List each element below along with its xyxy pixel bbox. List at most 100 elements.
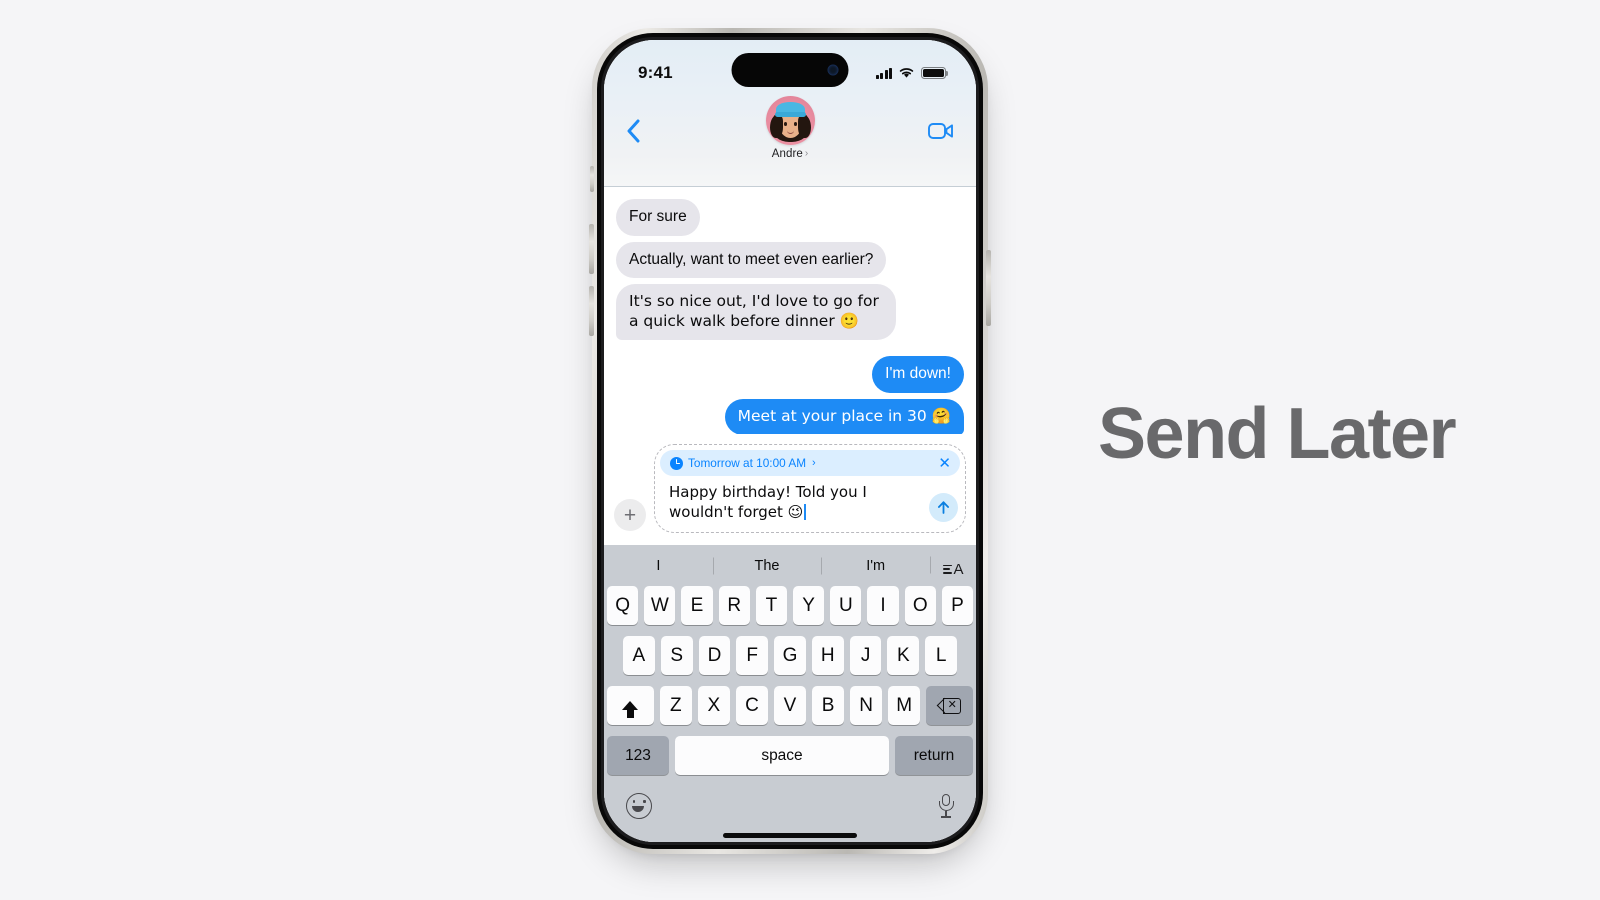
message-row: For sure — [616, 199, 964, 236]
message-input[interactable]: Happy birthday! Told you I wouldn't forg… — [660, 476, 929, 526]
silence-switch[interactable] — [590, 166, 594, 192]
key-e[interactable]: E — [681, 586, 713, 625]
key-k[interactable]: K — [887, 636, 920, 675]
message-bubble-outgoing[interactable]: I'm down! — [872, 356, 964, 393]
key-x[interactable]: X — [697, 686, 730, 725]
key-y[interactable]: Y — [793, 586, 825, 625]
predictive-text-bar: I The I'm A — [604, 545, 976, 586]
key-h[interactable]: H — [811, 636, 844, 675]
key-a[interactable]: A — [622, 636, 655, 675]
video-camera-icon — [928, 123, 953, 139]
microphone-icon[interactable] — [938, 794, 954, 818]
key-i[interactable]: I — [867, 586, 899, 625]
message-row: It's so nice out, I'd love to go for a q… — [611, 284, 964, 341]
power-button[interactable] — [986, 250, 991, 326]
composer-input-shell[interactable]: Tomorrow at 10:00 AM › ✕ Happy birthday!… — [654, 444, 966, 533]
message-bubble-incoming[interactable]: For sure — [616, 199, 700, 236]
add-attachment-button[interactable]: + — [614, 499, 646, 531]
draft-row: Happy birthday! Told you I wouldn't forg… — [660, 476, 960, 526]
volume-down-button[interactable] — [589, 286, 594, 336]
clock-icon — [670, 456, 683, 470]
key-l[interactable]: L — [925, 636, 958, 675]
text-format-button[interactable]: A — [930, 554, 976, 578]
message-bubble-outgoing[interactable]: Meet at your place in 30 🤗 — [724, 398, 970, 434]
shift-key[interactable] — [606, 686, 654, 725]
memoji-hair-left — [769, 115, 783, 138]
status-time: 9:41 — [638, 63, 673, 82]
key-d[interactable]: D — [698, 636, 731, 675]
contact-name-row[interactable]: Andre › — [772, 148, 809, 160]
key-w[interactable]: W — [644, 586, 676, 625]
emoji-smiley-icon[interactable] — [626, 793, 652, 819]
onscreen-keyboard: I The I'm A Q W E R T Y U I O P A S D F … — [604, 545, 976, 842]
messages-app: 9:41 Andre › For sure Actually, want to … — [604, 40, 976, 842]
arrow-up-icon — [938, 501, 949, 514]
screenshot-canvas: 9:41 Andre › For sure Actually, want to … — [0, 0, 1600, 900]
return-key[interactable]: return — [895, 736, 973, 775]
contact-header[interactable]: Andre › — [604, 96, 976, 160]
format-lines — [942, 564, 952, 574]
chevron-right-icon: › — [812, 457, 816, 469]
shift-up-icon — [622, 701, 639, 718]
key-p[interactable]: P — [941, 586, 974, 625]
key-s[interactable]: S — [660, 636, 693, 675]
navigation-bar: 9:41 Andre › — [604, 40, 976, 187]
memoji-hair-right — [797, 115, 811, 138]
prediction-item[interactable]: The — [713, 558, 822, 574]
message-row: I'm down! — [616, 356, 964, 393]
avatar[interactable] — [765, 96, 815, 145]
volume-up-button[interactable] — [589, 224, 594, 274]
remove-schedule-button[interactable]: ✕ — [938, 456, 951, 471]
key-r[interactable]: R — [718, 586, 750, 625]
keyboard-row-1: Q W E R T Y U I O P — [604, 586, 976, 625]
keyboard-row-3: Z X C V B N M ✕ — [604, 686, 976, 725]
wifi-icon — [899, 68, 914, 78]
device-screen: 9:41 Andre › For sure Actually, want to … — [604, 40, 976, 842]
message-composer: + Tomorrow at 10:00 AM › ✕ Happy birthda… — [604, 434, 976, 545]
key-q[interactable]: Q — [606, 586, 639, 625]
draft-text: Happy birthday! Told you I wouldn't forg… — [669, 483, 867, 521]
iphone-device: 9:41 Andre › For sure Actually, want to … — [589, 28, 991, 854]
memoji-eye-right — [793, 122, 797, 126]
memoji-eye-left — [783, 122, 787, 126]
dynamic-island — [731, 53, 849, 87]
send-button[interactable] — [929, 493, 958, 522]
memoji-mouth — [786, 130, 794, 134]
battery-icon — [921, 67, 949, 79]
page-title: Send Later — [1098, 394, 1457, 474]
key-u[interactable]: U — [830, 586, 862, 625]
key-c[interactable]: C — [735, 686, 768, 725]
status-indicators — [876, 67, 949, 79]
numbers-key[interactable]: 123 — [607, 736, 669, 775]
facetime-button[interactable] — [924, 116, 958, 146]
key-v[interactable]: V — [773, 686, 807, 725]
format-letter-a: A — [953, 560, 964, 578]
backspace-icon: ✕ — [936, 697, 961, 714]
text-format-icon: A — [942, 560, 964, 578]
memoji-beanie-brim — [774, 112, 806, 117]
key-j[interactable]: J — [849, 636, 882, 675]
scheduled-time-label: Tomorrow at 10:00 AM — [688, 456, 807, 470]
text-caret — [804, 503, 806, 520]
home-indicator[interactable] — [723, 833, 857, 838]
message-list: For sure Actually, want to meet even ear… — [604, 187, 976, 434]
key-o[interactable]: O — [904, 586, 936, 625]
scheduled-send-banner[interactable]: Tomorrow at 10:00 AM › ✕ — [660, 450, 960, 476]
key-g[interactable]: G — [774, 636, 806, 675]
key-b[interactable]: B — [812, 686, 845, 725]
signal-bars-icon — [876, 67, 892, 79]
key-m[interactable]: M — [888, 686, 921, 725]
message-bubble-incoming[interactable]: It's so nice out, I'd love to go for a q… — [611, 284, 896, 341]
space-key[interactable]: space — [675, 736, 889, 775]
chevron-right-icon: › — [804, 148, 809, 159]
prediction-item[interactable]: I'm — [821, 558, 930, 574]
key-n[interactable]: N — [850, 686, 883, 725]
key-f[interactable]: F — [736, 636, 769, 675]
keyboard-row-2: A S D F G H J K L — [604, 636, 976, 675]
keyboard-row-4: 123 space return — [604, 736, 976, 775]
key-t[interactable]: T — [755, 586, 787, 625]
prediction-item[interactable]: I — [604, 558, 713, 574]
key-z[interactable]: Z — [659, 686, 692, 725]
message-bubble-incoming[interactable]: Actually, want to meet even earlier? — [616, 241, 887, 279]
backspace-key[interactable]: ✕ — [926, 686, 974, 725]
